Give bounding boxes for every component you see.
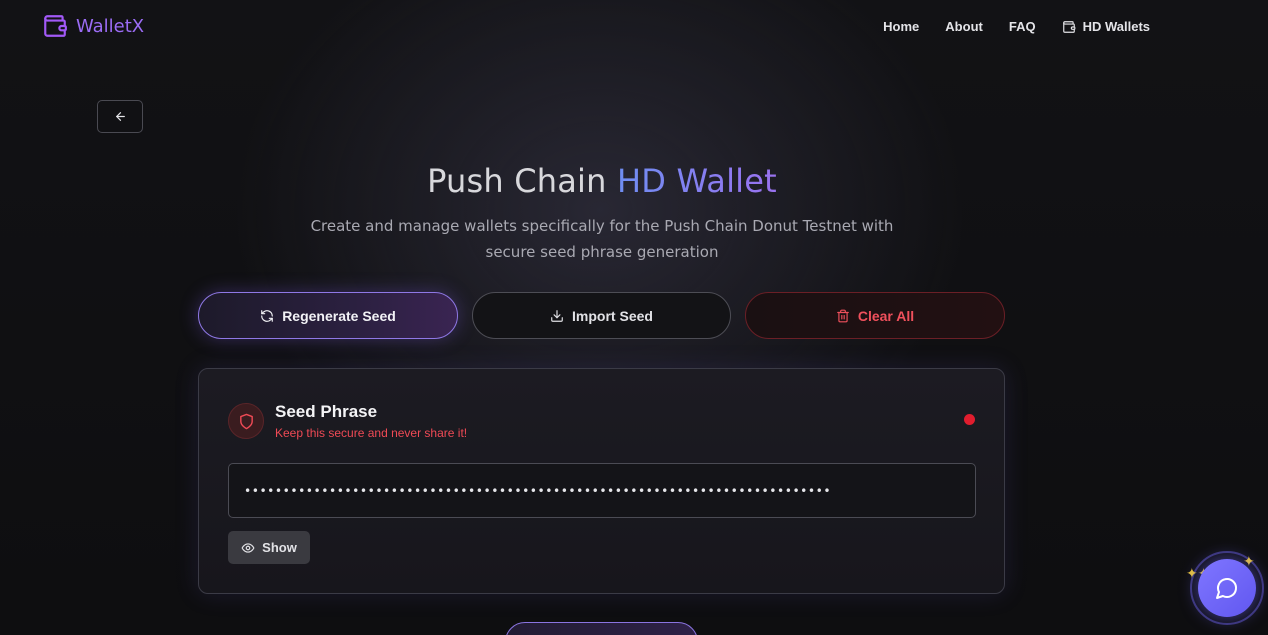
page-subtitle: Create and manage wallets specifically f… <box>310 217 894 261</box>
trash-icon <box>837 309 849 322</box>
back-button[interactable] <box>97 100 143 133</box>
continue-button[interactable] <box>505 622 698 635</box>
clear-all-button[interactable]: Clear All <box>745 292 1005 339</box>
nav-links: Home About FAQ HD Wallets <box>883 19 1150 34</box>
show-seed-label: Show <box>262 540 297 555</box>
chat-button[interactable] <box>1198 559 1256 617</box>
seed-phrase-card: Seed Phrase Keep this secure and never s… <box>198 368 1005 594</box>
import-seed-label: Import Seed <box>572 307 653 324</box>
top-navbar: WalletX Home About FAQ HD Wallets <box>0 0 1268 56</box>
nav-link-home[interactable]: Home <box>883 19 919 34</box>
clear-all-label: Clear All <box>857 307 915 324</box>
import-seed-button[interactable]: Import Seed <box>472 292 731 339</box>
nav-link-hd-wallets-label: HD Wallets <box>1082 19 1150 34</box>
shield-icon <box>239 413 253 429</box>
page-title-plain: Push Chain <box>427 162 617 200</box>
shield-badge <box>228 403 264 439</box>
seed-actions: Regenerate Seed Import Seed Clear All <box>198 292 1005 339</box>
seed-phrase-warning: Keep this secure and never share it! <box>275 426 468 440</box>
brand-logo[interactable]: WalletX <box>42 13 144 39</box>
wallet-icon <box>44 15 67 37</box>
nav-link-about[interactable]: About <box>945 19 983 34</box>
show-seed-button[interactable]: Show <box>228 531 310 564</box>
nav-link-hd-wallets[interactable]: HD Wallets <box>1062 19 1150 34</box>
download-icon <box>551 309 563 322</box>
eye-icon <box>241 542 255 553</box>
page-title-accent: HD Wallet <box>617 162 777 200</box>
status-indicator-dot <box>964 414 975 425</box>
chat-bubble-icon <box>1216 578 1237 599</box>
regenerate-seed-button[interactable]: Regenerate Seed <box>198 292 458 339</box>
brand-name: WalletX <box>76 15 145 37</box>
seed-phrase-title: Seed Phrase <box>275 402 378 421</box>
regenerate-seed-label: Regenerate Seed <box>282 307 396 324</box>
nav-link-faq[interactable]: FAQ <box>1009 19 1036 34</box>
seed-phrase-field[interactable]: ••••••••••••••••••••••••••••••••••••••••… <box>228 463 976 518</box>
refresh-icon <box>261 309 274 322</box>
wallet-icon <box>1062 20 1075 33</box>
arrow-left-icon <box>115 112 125 121</box>
page-title: Push Chain HD Wallet <box>0 162 1204 200</box>
